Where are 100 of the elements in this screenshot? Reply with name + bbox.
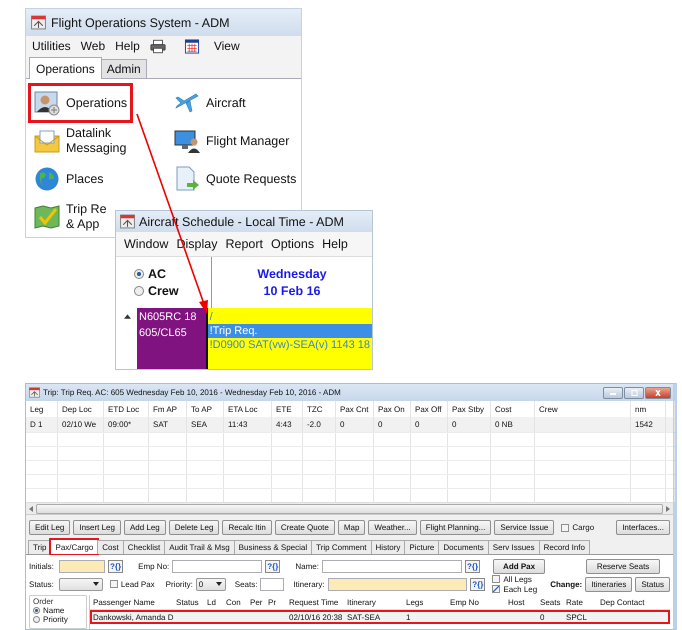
schedule-entry[interactable]: / [208,310,372,324]
action-button[interactable]: Weather... [368,520,417,535]
table-cell: SEA [187,417,224,432]
scroll-left-icon[interactable] [29,506,33,512]
tab[interactable]: Picture [404,540,440,554]
status-button[interactable]: Status [635,576,670,592]
column-header[interactable]: Per [247,595,265,609]
tab[interactable]: Record Info [538,540,590,554]
tab[interactable]: Trip Comment [311,540,372,554]
column-header[interactable]: Legs [403,595,447,609]
tab[interactable]: Checklist [122,540,166,554]
column-header[interactable]: Dep Contact [597,595,670,609]
column-header[interactable]: Request Time [286,595,344,609]
name-field[interactable] [322,560,462,572]
lookup-button[interactable]: ?{} [108,560,124,572]
checkbox-option[interactable]: Lead Pax [110,580,155,588]
column-header[interactable]: Seats [537,595,563,609]
aircraft-cell[interactable]: N605RC 18 605/CL65 [137,308,206,369]
scroll-right-icon[interactable] [666,506,670,512]
menu-item[interactable]: Window [124,237,168,251]
table-cell: 0 [411,417,448,432]
action-button[interactable]: Edit Leg [29,520,70,535]
tab[interactable]: Trip [28,540,52,554]
tab[interactable]: Operations [29,57,102,79]
emp-no-field[interactable] [172,560,262,572]
column-header[interactable]: Pr [265,595,286,609]
launcher-item[interactable]: Places [28,159,110,199]
table-cell: SAT [149,417,187,432]
action-button[interactable]: Insert Leg [73,520,121,535]
horizontal-scrollbar[interactable] [26,502,673,514]
launcher-item[interactable]: Quote Requests [168,159,302,199]
scrollbar-thumb[interactable] [36,504,663,514]
launcher-item[interactable]: Datalink Messaging [28,121,132,161]
action-button[interactable]: Recalc Itin [222,520,272,535]
tab[interactable]: Admin [100,59,147,78]
column-header[interactable]: Itinerary [344,595,403,609]
lookup-button[interactable]: ?{} [470,578,486,590]
radio-option[interactable]: Name [33,606,83,615]
radio-option[interactable]: Priority [33,615,83,624]
action-button[interactable]: Delete Leg [168,520,220,535]
checkbox-option[interactable]: Cargo [561,523,594,532]
column-header[interactable]: Con [223,595,247,609]
minimize-button[interactable] [603,386,623,398]
action-button[interactable]: Service Issue [494,520,554,535]
printer-icon[interactable] [150,38,166,54]
action-button[interactable]: Create Quote [274,520,335,535]
menu-item[interactable]: Help [322,237,348,251]
column-header[interactable]: Passenger Name [90,595,173,609]
tab[interactable]: Pax/Cargo [50,539,98,555]
tab[interactable]: Cost [97,540,124,554]
add-pax-button[interactable]: Add Pax [493,558,546,574]
collapse-arrow-icon[interactable] [124,314,131,319]
field-label: Initials: [29,562,55,570]
seats-field[interactable] [260,578,284,590]
table-cell: 02/10 We [58,417,104,432]
menu-item[interactable]: Report [225,237,263,251]
launcher-item[interactable]: Trip Re & App [28,197,113,237]
maximize-button[interactable] [624,386,644,398]
action-button[interactable]: Add Leg [124,520,166,535]
column-header[interactable]: Status [173,595,204,609]
tab[interactable]: Documents [438,540,489,554]
action-button[interactable]: Map [338,520,366,535]
column-header[interactable]: Host [505,595,537,609]
tab[interactable]: Business & Special [234,540,312,554]
tab[interactable]: Serv Issues [488,540,540,554]
checkbox-option[interactable]: Each Leg [492,584,538,594]
menu-item[interactable]: Web [80,39,106,53]
menu-item[interactable]: View [214,39,240,53]
radio-option[interactable]: Crew [134,284,211,298]
column-header[interactable]: Emp No [447,595,505,609]
lookup-button[interactable]: ?{} [464,560,480,572]
launcher-item[interactable]: Aircraft [168,83,252,123]
tab[interactable]: History [370,540,406,554]
checkbox-option[interactable]: All Legs [492,574,538,584]
itineraries-button[interactable]: Itineraries [585,576,632,592]
column-header[interactable]: Ld [204,595,223,609]
menu-item[interactable]: Help [115,39,140,53]
initials-field[interactable] [59,560,105,572]
radio-option[interactable]: AC [134,267,211,281]
launcher-label: Trip Re & App [66,202,107,232]
passenger-row[interactable]: Dankowski, Amanda D 02/10/16 20:38 SAT-SEA 1 0 SPCL [90,610,670,624]
status-dropdown[interactable] [58,578,103,590]
maximize-icon [629,390,639,396]
close-button[interactable] [645,386,671,398]
calendar-icon[interactable] [184,38,200,54]
priority-dropdown[interactable]: 0 [196,578,226,590]
itinerary-field[interactable] [328,578,468,590]
action-button[interactable]: Interfaces... [616,520,670,535]
menu-item[interactable]: Utilities [32,39,71,53]
menu-item[interactable]: Options [271,237,314,251]
action-button[interactable]: Flight Planning... [420,520,492,535]
launcher-item[interactable]: Flight Manager [168,121,296,161]
schedule-entry[interactable]: !D0900 SAT(vw)-SEA(v) 1143 18 [208,338,372,352]
lookup-button[interactable]: ?{} [265,560,280,572]
column-header[interactable]: Rate [563,595,597,609]
field-label: Name: [295,562,319,570]
reserve-seats-button[interactable]: Reserve Seats [586,558,660,574]
launcher-item[interactable]: Operations [28,83,134,123]
tab[interactable]: Audit Trail & Msg [164,540,235,554]
field-label: Emp No: [138,562,170,570]
